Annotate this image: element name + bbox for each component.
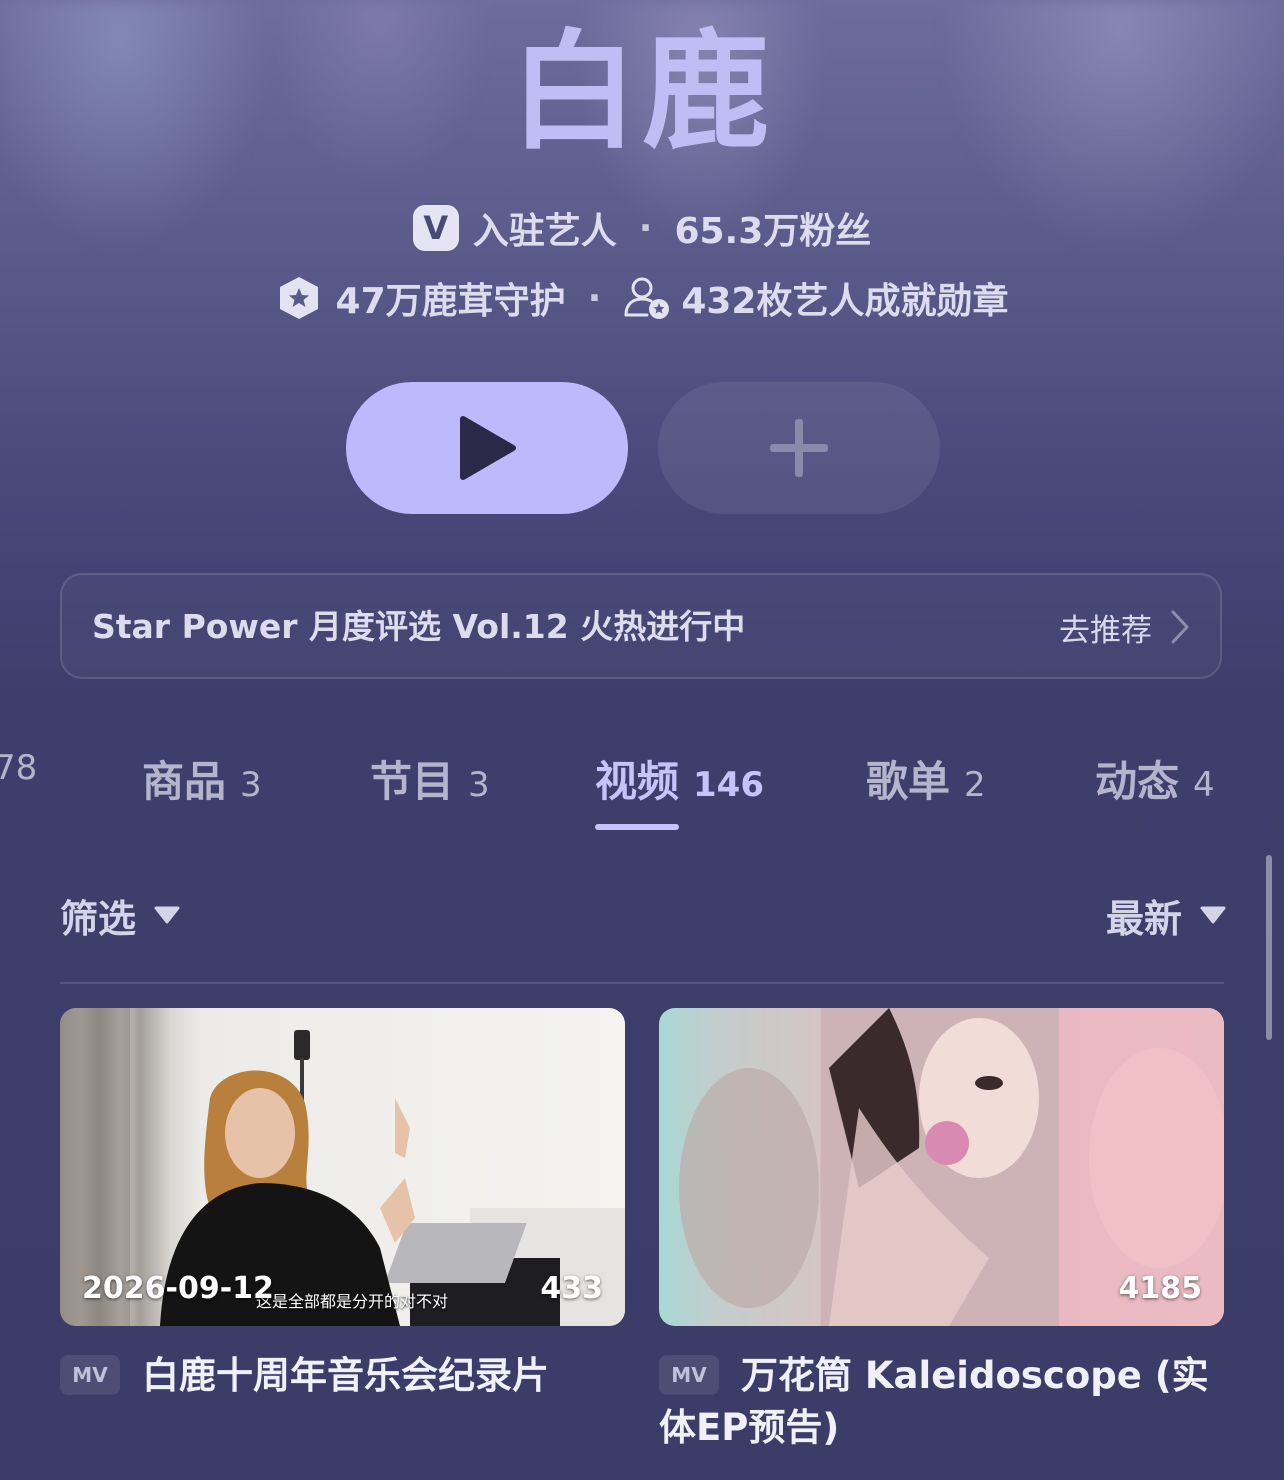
triangle-down-icon bbox=[154, 906, 180, 924]
tab-count: 78 bbox=[0, 748, 38, 788]
video-title-row[interactable]: MV 万花筒 Kaleidoscope (实体EP预告) bbox=[659, 1350, 1224, 1454]
tab-count: 3 bbox=[240, 765, 262, 805]
triangle-down-icon bbox=[1200, 906, 1226, 924]
followers-count[interactable]: 65.3万粉丝 bbox=[674, 202, 871, 254]
play-icon bbox=[460, 416, 516, 480]
separator: · bbox=[587, 277, 602, 319]
video-title-row[interactable]: MV 白鹿十周年音乐会纪录片 bbox=[60, 1350, 625, 1402]
artist-meta-row: V 入驻艺人 · 65.3万粉丝 bbox=[0, 200, 1284, 256]
tab-label: 商品 bbox=[142, 757, 227, 806]
tab-count: 2 bbox=[964, 765, 986, 805]
banner-action[interactable]: 去推荐 bbox=[1059, 575, 1190, 679]
video-date: 2026-09-12 bbox=[82, 1271, 274, 1306]
guardian-shield-icon bbox=[279, 277, 318, 319]
medal-user-icon bbox=[624, 277, 670, 319]
video-card[interactable]: 这是全部都是分开的对不对 2026-09-12 433 MV 白鹿十周年音乐会纪录… bbox=[60, 1008, 625, 1402]
artist-name: 白鹿 bbox=[509, 18, 774, 167]
video-thumbnail[interactable]: 4185 bbox=[659, 1008, 1224, 1326]
mv-tag: MV bbox=[659, 1355, 719, 1395]
sort-dropdown[interactable]: 最新 bbox=[1106, 885, 1226, 945]
banner-action-label: 去推荐 bbox=[1059, 612, 1152, 649]
tab-count: 3 bbox=[468, 765, 490, 805]
tab-programs[interactable]: 节目 3 bbox=[370, 748, 490, 822]
tab-products[interactable]: 商品 3 bbox=[142, 748, 262, 822]
filter-dropdown[interactable]: 筛选 bbox=[60, 885, 180, 945]
tab-count: 4 bbox=[1193, 765, 1215, 805]
video-play-count: 433 bbox=[540, 1271, 603, 1306]
star-power-banner[interactable]: Star Power 月度评选 Vol.12 火热进行中 去推荐 bbox=[60, 573, 1222, 679]
play-button[interactable] bbox=[346, 382, 628, 514]
verified-icon: V bbox=[412, 205, 459, 251]
active-tab-indicator bbox=[595, 824, 679, 830]
mv-tag: MV bbox=[60, 1355, 120, 1395]
verified-label: 入驻艺人 bbox=[472, 211, 617, 252]
tab-count: 146 bbox=[693, 765, 764, 805]
tab-label: 节目 bbox=[370, 757, 455, 806]
artist-page: 白鹿 V 入驻艺人 · 65.3万粉丝 47万鹿茸守护 · 432枚艺人成就勋章 bbox=[0, 0, 1284, 1480]
tab-label: 动态 bbox=[1095, 757, 1180, 806]
chevron-right-icon bbox=[1171, 610, 1189, 644]
tab-label: 视频 bbox=[595, 757, 680, 806]
tab-playlists[interactable]: 歌单 2 bbox=[866, 748, 986, 822]
banner-text: Star Power 月度评选 Vol.12 火热进行中 bbox=[92, 607, 746, 646]
tab-feed[interactable]: 动态 4 bbox=[1095, 748, 1215, 822]
video-title: 白鹿十周年音乐会纪录片 bbox=[142, 1354, 549, 1397]
tab-label: 歌单 bbox=[866, 757, 951, 806]
add-button[interactable] bbox=[658, 382, 940, 514]
filter-bar: 筛选 最新 bbox=[60, 885, 1226, 945]
sort-label: 最新 bbox=[1105, 896, 1182, 941]
video-card[interactable]: 4185 MV 万花筒 Kaleidoscope (实体EP预告) bbox=[659, 1008, 1224, 1454]
artist-stats-row: 47万鹿茸守护 · 432枚艺人成就勋章 bbox=[0, 270, 1284, 326]
divider bbox=[60, 982, 1224, 984]
tab-videos[interactable]: 视频 146 bbox=[595, 748, 764, 822]
medals-count[interactable]: 432枚艺人成就勋章 bbox=[681, 272, 1008, 324]
scrollbar[interactable] bbox=[1266, 855, 1272, 1040]
tab-partial[interactable]: 78 bbox=[0, 748, 37, 822]
video-subtitle: 这是全部都是分开的对不对 bbox=[256, 1292, 449, 1311]
separator: · bbox=[638, 207, 653, 249]
video-title: 万花筒 Kaleidoscope (实体EP预告) bbox=[659, 1354, 1209, 1449]
guardians-count[interactable]: 47万鹿茸守护 bbox=[336, 272, 566, 324]
filter-label: 筛选 bbox=[60, 896, 137, 941]
video-thumbnail[interactable]: 这是全部都是分开的对不对 2026-09-12 433 bbox=[60, 1008, 625, 1326]
plus-icon bbox=[770, 419, 828, 477]
video-play-count: 4185 bbox=[1118, 1271, 1203, 1306]
